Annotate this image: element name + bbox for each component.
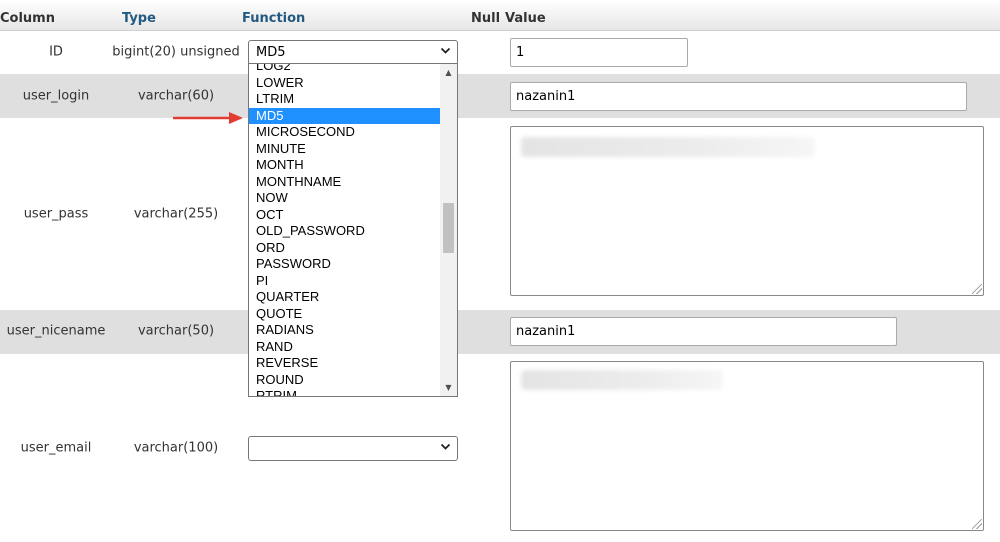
- table-row-user-pass: user_pass varchar(255): [0, 118, 1000, 310]
- dropdown-option[interactable]: OCT: [249, 207, 441, 224]
- dropdown-option[interactable]: MINUTE: [249, 141, 441, 158]
- redacted-value: [521, 370, 723, 390]
- value-input-id[interactable]: 1: [510, 38, 688, 67]
- header-value: Value: [505, 11, 546, 26]
- scrollbar-thumb[interactable]: [443, 203, 454, 253]
- function-select-value: MD5: [256, 45, 286, 60]
- scroll-up-icon[interactable]: ▲: [440, 64, 457, 81]
- function-dropdown-list[interactable]: LOG2 LOWER LTRIM MD5 MICROSECOND MINUTE MONTH M…: [248, 63, 458, 397]
- dropdown-options: LOG2 LOWER LTRIM MD5 MICROSECOND MINUTE MONTH M…: [249, 64, 441, 396]
- value-textarea-user-pass[interactable]: [510, 126, 984, 296]
- resize-handle[interactable]: [972, 519, 982, 529]
- dropdown-option[interactable]: PASSWORD: [249, 256, 441, 273]
- table-header: Column Type Function Null Value: [0, 0, 1000, 31]
- header-null: Null: [471, 11, 501, 26]
- dropdown-option[interactable]: LTRIM: [249, 91, 441, 108]
- dropdown-option[interactable]: MD5: [249, 107, 441, 124]
- table-row-id: ID bigint(20) unsigned MD5 1: [0, 31, 1000, 74]
- chevron-down-icon: [440, 441, 451, 455]
- header-column: Column: [0, 11, 55, 26]
- value-input-user-login[interactable]: nazanin1: [510, 82, 967, 111]
- dropdown-option[interactable]: RAND: [249, 339, 441, 356]
- dropdown-option[interactable]: LOWER: [249, 75, 441, 92]
- dropdown-option[interactable]: QUOTE: [249, 306, 441, 323]
- dropdown-option[interactable]: ROUND: [249, 372, 441, 389]
- value-input-text: 1: [516, 45, 525, 60]
- value-input-user-nicename[interactable]: nazanin1: [510, 317, 897, 346]
- dropdown-option[interactable]: NOW: [249, 190, 441, 207]
- column-name: user_login: [22, 88, 90, 104]
- dropdown-option[interactable]: ORD: [249, 240, 441, 257]
- scroll-down-icon[interactable]: ▼: [440, 379, 457, 396]
- annotation-arrow-icon: [173, 112, 243, 124]
- table-row-user-nicename: user_nicename varchar(50) nazanin1: [0, 310, 1000, 354]
- dropdown-option[interactable]: LOG2: [249, 64, 441, 75]
- dropdown-option[interactable]: MICROSECOND: [249, 124, 441, 141]
- dropdown-option[interactable]: OLD_PASSWORD: [249, 223, 441, 240]
- column-type: bigint(20) unsigned: [112, 44, 240, 60]
- column-name: ID: [49, 44, 63, 60]
- function-select-user-email[interactable]: [248, 436, 458, 461]
- dropdown-scrollbar[interactable]: ▲ ▼: [440, 64, 457, 396]
- column-type: varchar(255): [133, 206, 219, 222]
- table-row-user-login: user_login varchar(60) nazanin1: [0, 74, 1000, 118]
- header-type[interactable]: Type: [122, 11, 156, 26]
- dropdown-option[interactable]: REVERSE: [249, 355, 441, 372]
- chevron-down-icon: [440, 45, 451, 59]
- column-type: varchar(50): [137, 323, 215, 339]
- dropdown-option[interactable]: PI: [249, 273, 441, 290]
- dropdown-option[interactable]: MONTHNAME: [249, 174, 441, 191]
- column-type: varchar(60): [137, 88, 215, 104]
- redacted-value: [521, 137, 815, 157]
- header-function[interactable]: Function: [242, 11, 305, 26]
- function-select-id[interactable]: MD5: [248, 40, 458, 65]
- value-input-text: nazanin1: [516, 89, 576, 104]
- dropdown-option[interactable]: MONTH: [249, 157, 441, 174]
- value-textarea-user-email[interactable]: [510, 361, 984, 531]
- dropdown-option[interactable]: QUARTER: [249, 289, 441, 306]
- resize-handle[interactable]: [972, 284, 982, 294]
- column-name: user_email: [20, 440, 92, 456]
- column-name: user_pass: [23, 206, 89, 222]
- value-input-text: nazanin1: [516, 324, 576, 339]
- column-name: user_nicename: [6, 323, 106, 339]
- table-row-user-email: user_email varchar(100): [0, 354, 1000, 542]
- dropdown-option[interactable]: RADIANS: [249, 322, 441, 339]
- column-type: varchar(100): [133, 440, 219, 456]
- dropdown-option[interactable]: RTRIM: [249, 388, 441, 396]
